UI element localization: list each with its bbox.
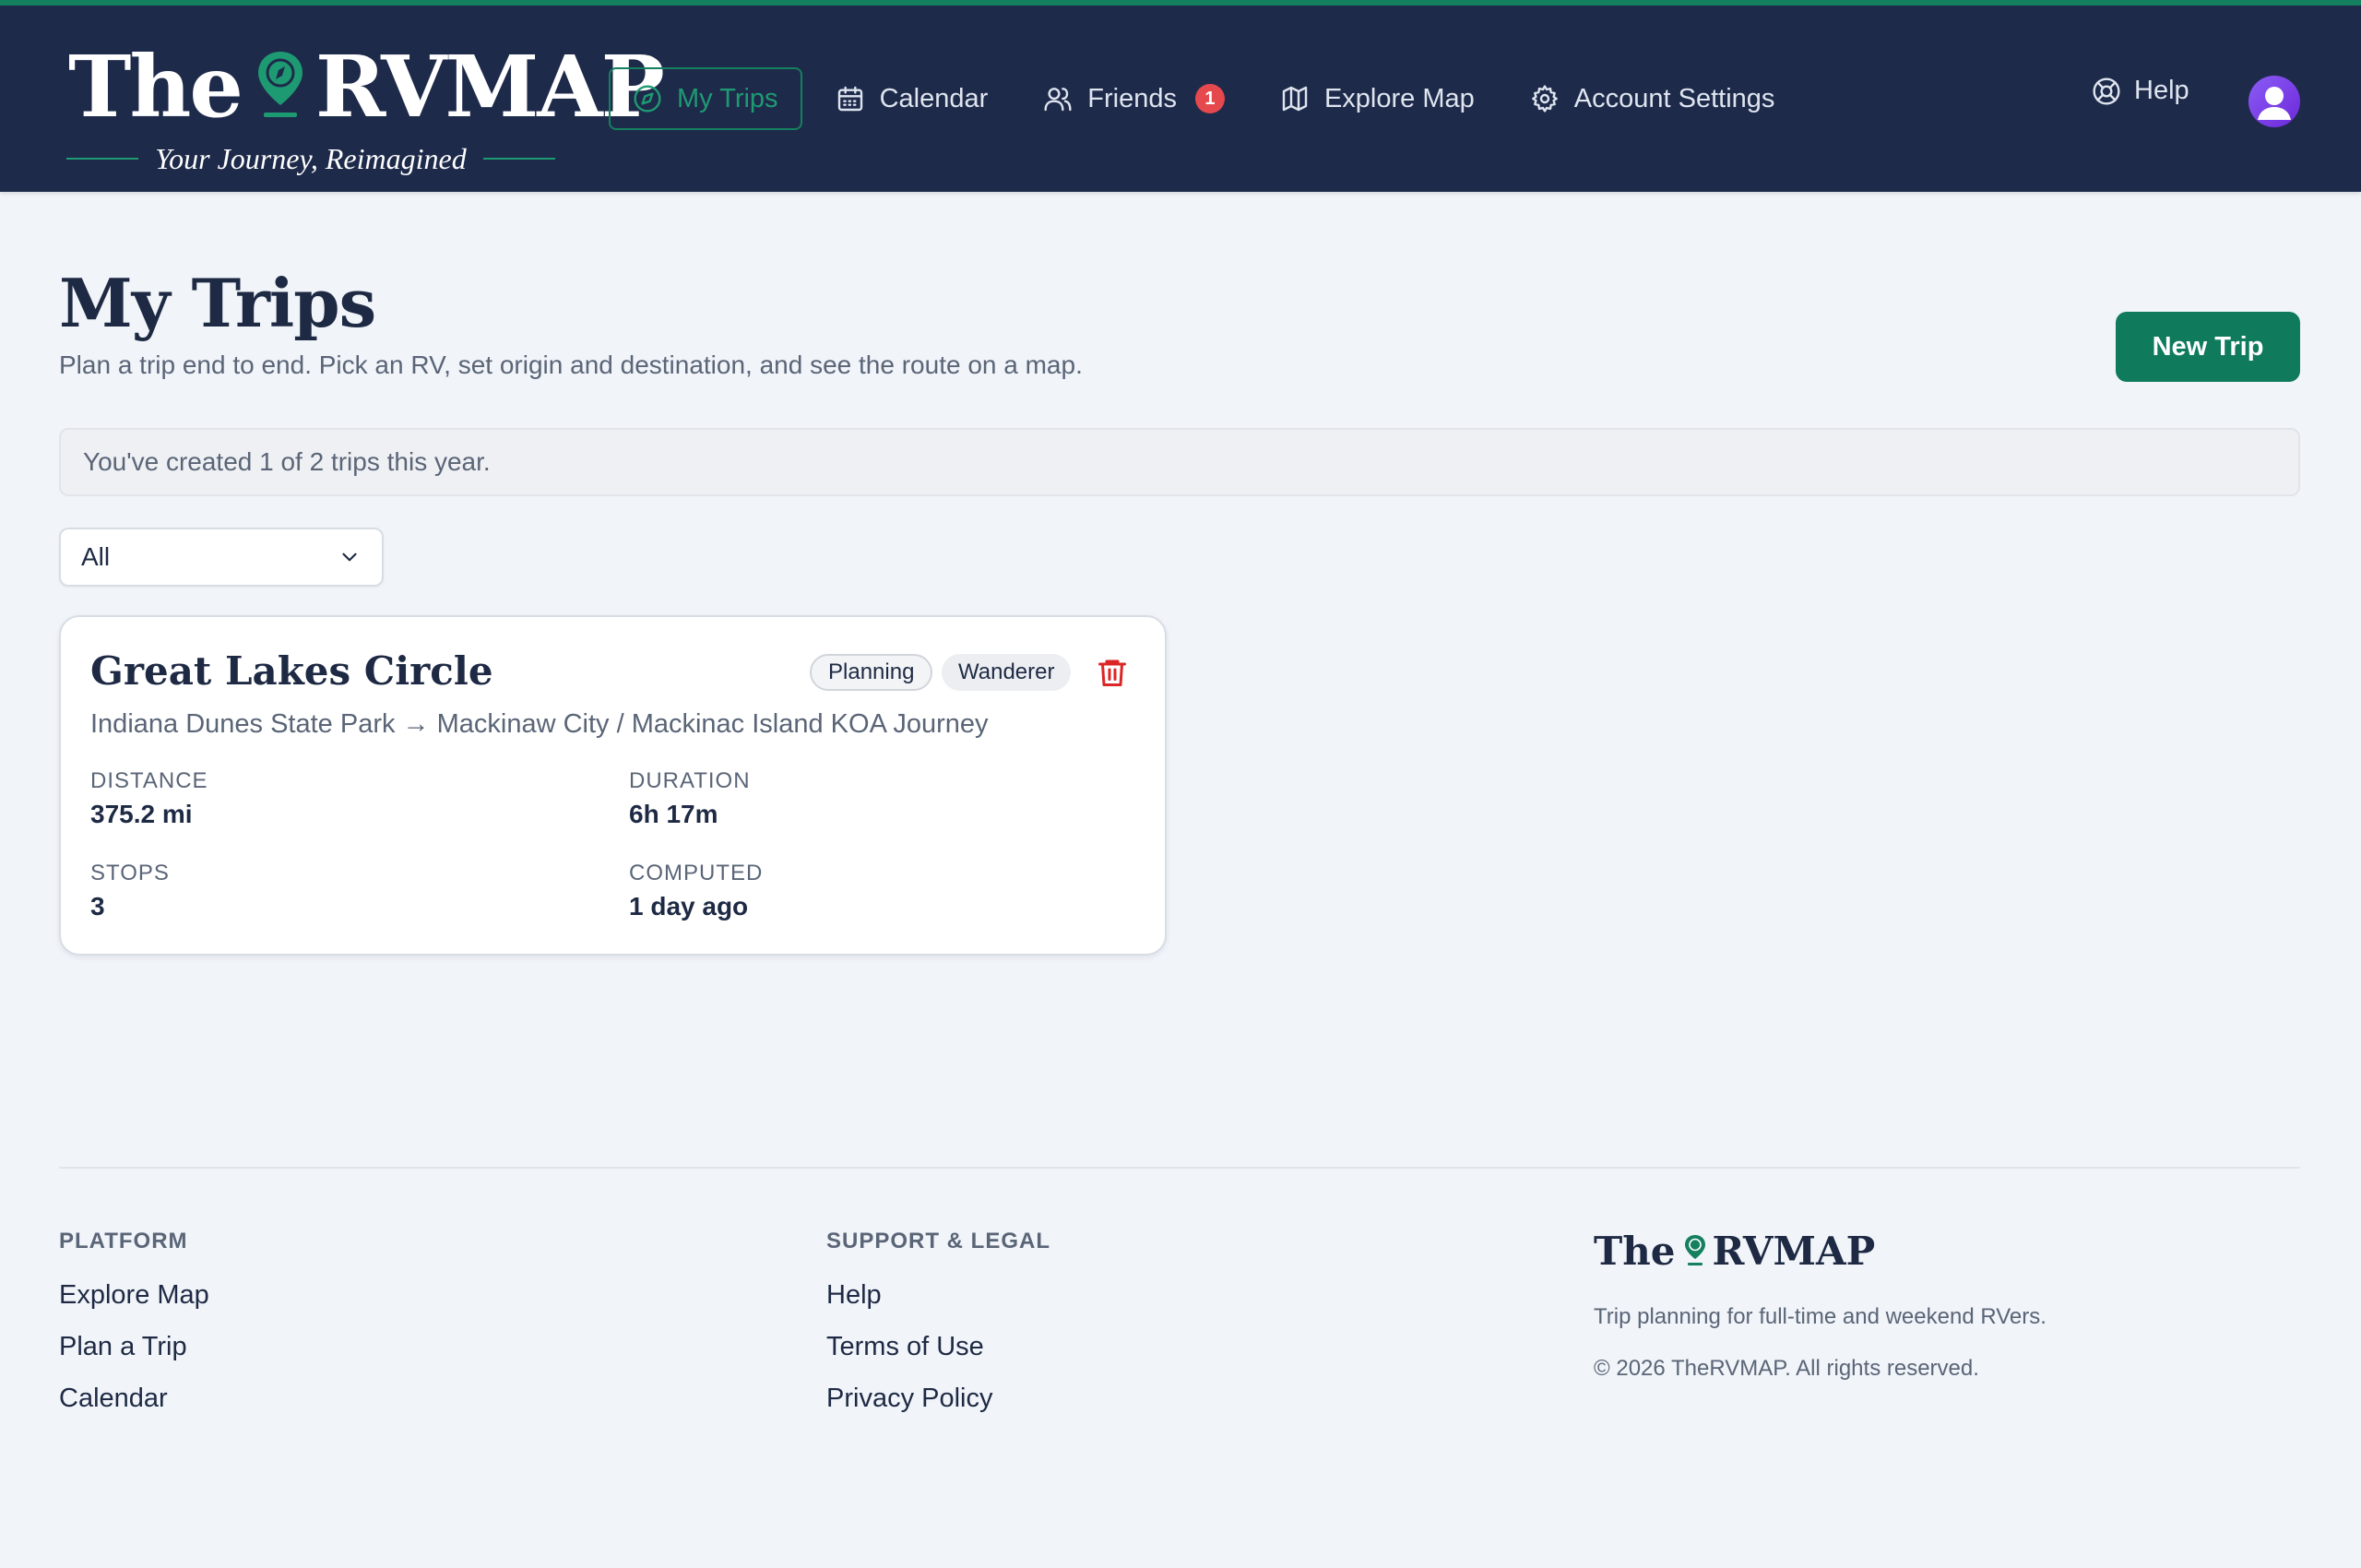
trip-name: Great Lakes Circle	[90, 648, 493, 694]
footer-support-heading: SUPPORT & LEGAL	[826, 1229, 1051, 1253]
stops-label: STOPS	[90, 861, 170, 885]
footer-logo-the: The	[1594, 1229, 1676, 1274]
nav-account-settings-label: Account Settings	[1573, 83, 1775, 113]
friends-notification-badge: 1	[1194, 84, 1225, 113]
main-nav: My Trips Calendar Friends 1 Explore Map	[609, 66, 1808, 131]
tagline-rule-left	[66, 158, 139, 160]
chevron-down-icon	[342, 552, 357, 562]
footer-copyright: © 2026 TheRVMAP. All rights reserved.	[1594, 1356, 1979, 1381]
footer-link-plan-trip[interactable]: Plan a Trip	[59, 1332, 187, 1362]
top-nav-bar: The RVMAP Your Journey, Reimagined My Tr…	[0, 6, 2361, 192]
trip-status-badge: Planning	[810, 654, 933, 691]
page-title: My Trips	[59, 264, 376, 342]
nav-account-settings[interactable]: Account Settings	[1508, 67, 1797, 130]
trip-quota-notice: You've created 1 of 2 trips this year.	[59, 428, 2300, 496]
nav-explore-map-label: Explore Map	[1323, 83, 1475, 113]
distance-label: DISTANCE	[90, 768, 208, 793]
footer-link-calendar[interactable]: Calendar	[59, 1384, 168, 1414]
trip-card[interactable]: Great Lakes Circle Planning Wanderer Ind…	[59, 615, 1167, 956]
footer-brand-logo: The RVMAP	[1594, 1229, 1875, 1274]
nav-friends[interactable]: Friends 1	[1021, 67, 1247, 130]
stops-value: 3	[90, 892, 105, 921]
nav-calendar[interactable]: Calendar	[813, 67, 1011, 130]
brand-logo[interactable]: The RVMAP Your Journey, Reimagined	[57, 31, 665, 179]
gear-icon	[1531, 85, 1558, 113]
logo-the: The	[68, 37, 243, 137]
map-icon	[1282, 86, 1308, 112]
map-pin-compass-icon	[1684, 1235, 1705, 1265]
distance-value: 375.2 mi	[90, 800, 193, 828]
page-subtitle: Plan a trip end to end. Pick an RV, set …	[59, 350, 1083, 379]
footer-link-terms[interactable]: Terms of Use	[826, 1332, 984, 1362]
help-label: Help	[2134, 76, 2189, 105]
nav-explore-map[interactable]: Explore Map	[1258, 67, 1497, 130]
user-icon	[2258, 87, 2291, 120]
tagline-text: Your Journey, Reimagined	[155, 141, 467, 175]
new-trip-button[interactable]: New Trip	[2116, 312, 2300, 382]
user-avatar[interactable]	[2248, 76, 2300, 127]
users-icon	[1044, 88, 1072, 112]
compass-icon	[634, 85, 661, 113]
nav-calendar-label: Calendar	[879, 83, 989, 113]
computed-label: COMPUTED	[629, 861, 764, 885]
calendar-icon	[837, 86, 862, 112]
map-pin-compass-icon	[257, 52, 303, 117]
footer-divider	[59, 1167, 2300, 1169]
trip-filter-value: All	[81, 542, 111, 571]
logo-wordmark: The RVMAP	[68, 37, 665, 137]
trip-rv-badge: Wanderer	[942, 654, 1072, 691]
nav-friends-label: Friends	[1087, 83, 1177, 113]
trash-icon[interactable]	[1096, 656, 1129, 689]
logo-tagline: Your Journey, Reimagined	[57, 140, 564, 177]
duration-label: DURATION	[629, 768, 751, 793]
footer-link-help[interactable]: Help	[826, 1280, 882, 1311]
trip-filter-select[interactable]: All	[59, 528, 384, 587]
duration-value: 6h 17m	[629, 800, 718, 828]
lifebuoy-icon	[2093, 77, 2120, 105]
computed-value: 1 day ago	[629, 892, 749, 921]
footer-description: Trip planning for full-time and weekend …	[1594, 1304, 2047, 1329]
nav-my-trips[interactable]: My Trips	[609, 67, 802, 130]
nav-my-trips-label: My Trips	[677, 83, 778, 113]
trip-quota-text: You've created 1 of 2 trips this year.	[83, 447, 491, 476]
footer-link-explore-map[interactable]: Explore Map	[59, 1280, 209, 1311]
footer-link-privacy[interactable]: Privacy Policy	[826, 1384, 993, 1414]
trip-route: Indiana Dunes State Park → Mackinaw City…	[90, 709, 989, 739]
footer-logo-rvmap: RVMAP	[1712, 1229, 1876, 1274]
help-link[interactable]: Help	[2092, 76, 2189, 106]
footer-platform-heading: PLATFORM	[59, 1229, 188, 1253]
tagline-rule-right	[482, 158, 555, 160]
